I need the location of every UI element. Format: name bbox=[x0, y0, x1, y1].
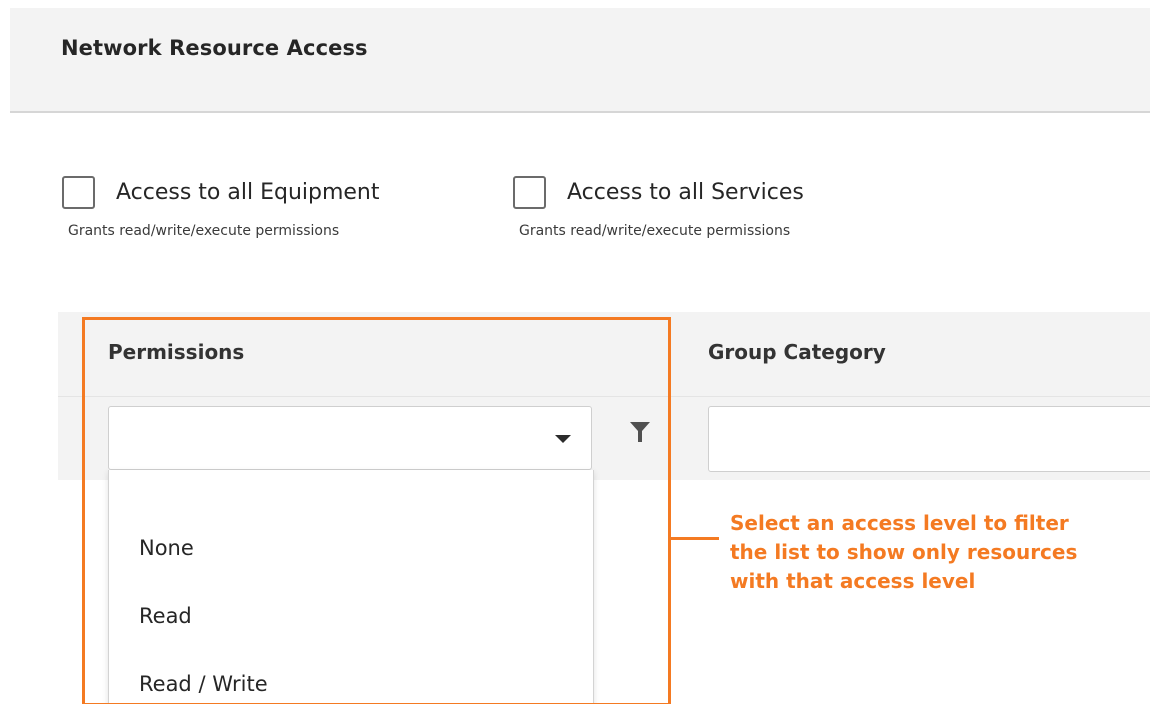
permissions-filter-select[interactable] bbox=[108, 406, 592, 470]
callout-line: Select an access level to filter bbox=[730, 511, 1069, 535]
permissions-dropdown-list: None Read Read / Write bbox=[108, 470, 594, 704]
callout-line: with that access level bbox=[730, 569, 976, 593]
services-access-help: Grants read/write/execute permissions bbox=[519, 223, 791, 239]
equipment-access-help: Grants read/write/execute permissions bbox=[68, 223, 340, 239]
column-header-permissions[interactable]: Permissions bbox=[108, 340, 244, 364]
services-access-checkbox[interactable] bbox=[513, 175, 546, 209]
group-category-filter-input[interactable] bbox=[708, 406, 1150, 472]
filter-funnel-icon[interactable] bbox=[629, 420, 651, 444]
caret-down-icon[interactable] bbox=[555, 435, 571, 443]
callout-line: the list to show only resources bbox=[730, 540, 1078, 564]
equipment-access-checkbox[interactable] bbox=[62, 175, 95, 209]
equipment-access-label[interactable]: Access to all Equipment bbox=[116, 180, 380, 205]
page-header: Network Resource Access bbox=[10, 8, 1150, 113]
annotation-callout: Select an access level to filter the lis… bbox=[730, 509, 1150, 596]
page: Network Resource Access Access to all Eq… bbox=[0, 0, 1150, 704]
equipment-access-option: Access to all Equipment Grants read/writ… bbox=[62, 175, 380, 239]
dropdown-option-none[interactable]: None bbox=[139, 536, 194, 560]
annotation-connector-line bbox=[671, 537, 719, 540]
services-access-option: Access to all Services Grants read/write… bbox=[513, 175, 804, 239]
page-title: Network Resource Access bbox=[61, 36, 368, 60]
services-access-label[interactable]: Access to all Services bbox=[567, 180, 804, 205]
dropdown-option-read[interactable]: Read bbox=[139, 604, 192, 628]
column-header-group-category[interactable]: Group Category bbox=[708, 340, 886, 364]
dropdown-option-read-write[interactable]: Read / Write bbox=[139, 672, 268, 696]
